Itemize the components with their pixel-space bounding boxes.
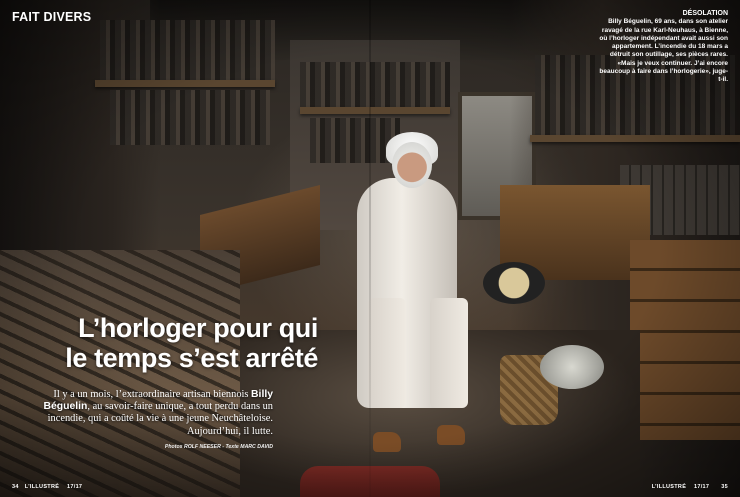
page-gutter xyxy=(369,0,371,497)
issue-left: 17/17 xyxy=(67,484,83,490)
photo-credit: Photos ROLF NEESER - Texte MARC DAVID xyxy=(164,444,273,450)
folio-left: 34 L’ILLUSTRÉ 17/17 xyxy=(12,484,88,490)
lead-text-start: Il y a un mois, l’extraordinaire artisan… xyxy=(53,389,252,400)
folio-right: L’ILLUSTRÉ 17/17 35 xyxy=(652,484,728,490)
magazine-name-left: L’ILLUSTRÉ xyxy=(24,484,60,490)
magazine-spread: FAIT DIVERS DÉSOLATION Billy Béguelin, 6… xyxy=(0,0,740,497)
headline: L’horloger pour qui le temps s’est arrêt… xyxy=(28,313,318,373)
page-number-right: 35 xyxy=(721,484,728,490)
page-number-left: 34 xyxy=(12,484,19,490)
photo-caption: DÉSOLATION Billy Béguelin, 69 ans, dans … xyxy=(598,10,728,85)
section-label: FAIT DIVERS xyxy=(12,10,92,24)
caption-text: Billy Béguelin, 69 ans, dans son atelier… xyxy=(599,18,728,84)
magazine-name-right: L’ILLUSTRÉ xyxy=(651,484,687,490)
caption-heading: DÉSOLATION xyxy=(682,10,728,17)
headline-line-2: le temps s’est arrêté xyxy=(65,343,318,373)
lead-paragraph: Il y a un mois, l’extraordinaire artisan… xyxy=(28,389,273,438)
issue-right: 17/17 xyxy=(694,484,710,490)
headline-line-1: L’horloger pour qui xyxy=(78,313,318,343)
